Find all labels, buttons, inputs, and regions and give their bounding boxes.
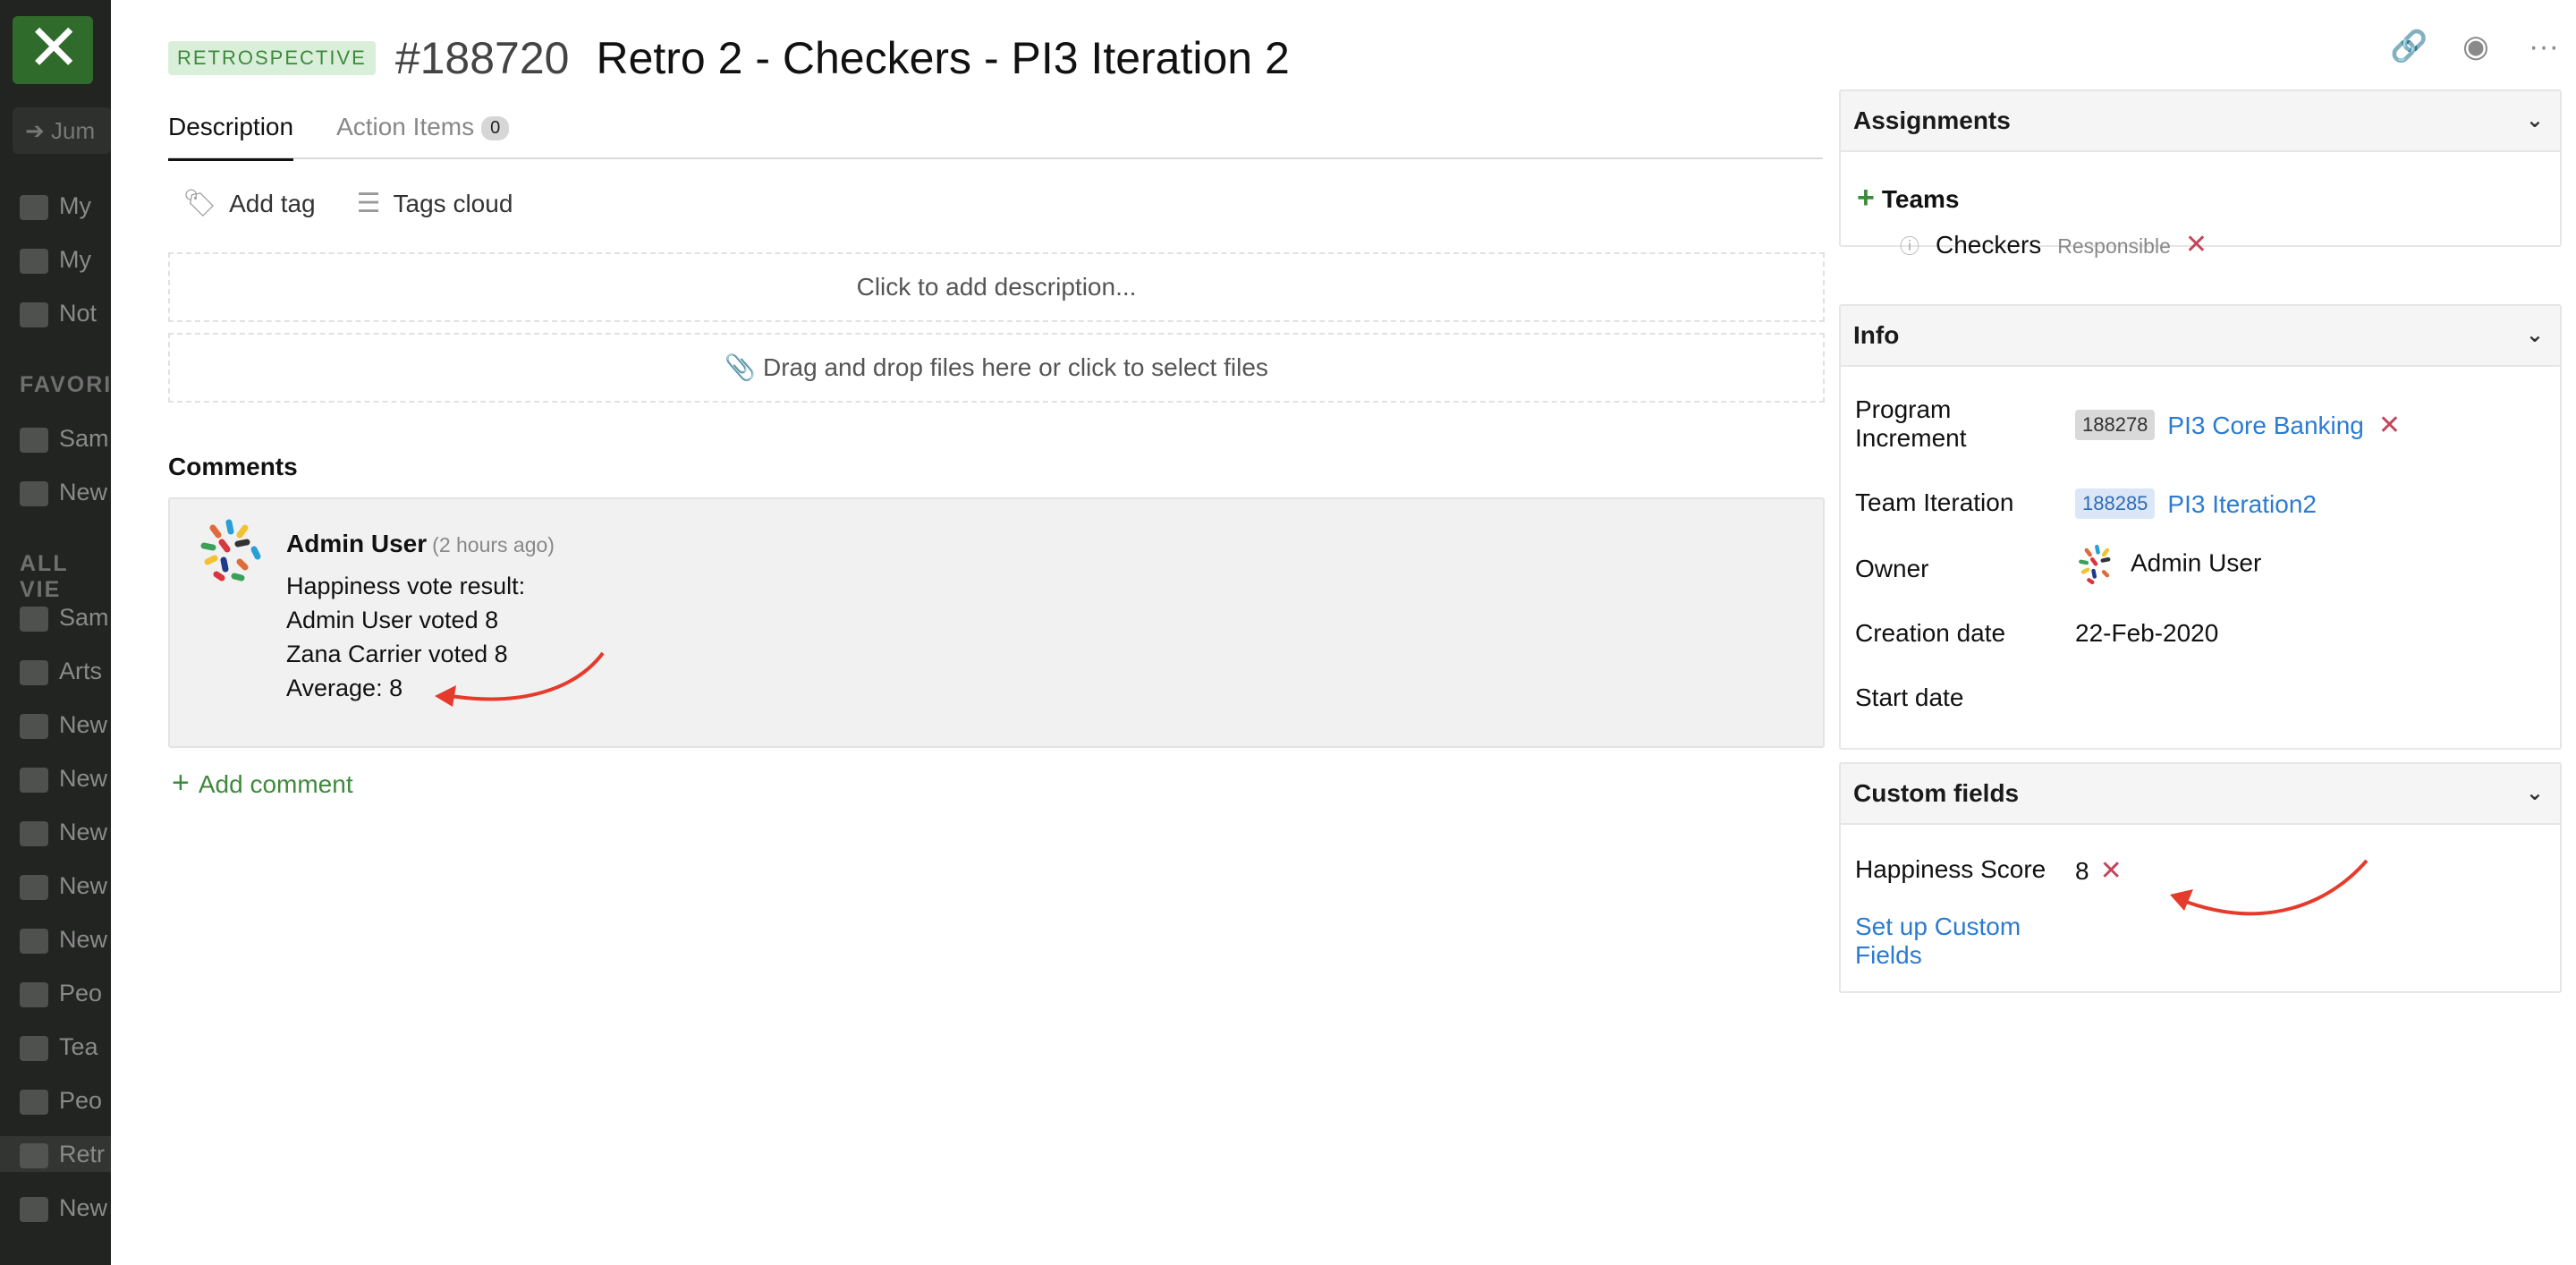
creation-date-value: 22-Feb-2020 xyxy=(2075,619,2219,647)
plus-icon: + xyxy=(1857,181,1875,215)
team-assignment: ⓘ Checkers Responsible ✕ xyxy=(1900,229,2207,260)
program-increment-value: 188278 PI3 Core Banking ✕ xyxy=(2075,410,2401,441)
program-increment-label: Program Increment xyxy=(1855,395,1967,452)
chevron-down-icon[interactable]: ⌄ xyxy=(2526,764,2544,823)
sidebar-item[interactable]: Arts xyxy=(20,653,102,689)
sidebar-item[interactable]: Sam xyxy=(20,420,109,456)
header-actions: 🔗 ◉ ··· xyxy=(2390,29,2562,64)
remove-program-increment-icon[interactable]: ✕ xyxy=(2378,411,2401,440)
entity-tabs: Description Action Items 0 xyxy=(168,106,1823,161)
team-iteration-link[interactable]: PI3 Iteration2 xyxy=(2167,490,2317,518)
comment-line: Admin User voted 8 xyxy=(286,607,499,633)
sidebar-item-active[interactable]: Retr xyxy=(0,1136,111,1172)
tab-action-items[interactable]: Action Items 0 xyxy=(336,106,510,159)
comment-time: (2 hours ago) xyxy=(432,533,555,556)
link-icon[interactable]: 🔗 xyxy=(2390,29,2428,64)
team-name[interactable]: Checkers xyxy=(1936,231,2041,259)
sidebar-item[interactable]: Tea xyxy=(20,1029,98,1065)
more-icon[interactable]: ··· xyxy=(2526,30,2562,64)
entity-panel: RETROSPECTIVE #188720 Retro 2 - Checkers… xyxy=(111,0,2576,1265)
entity-id: #188720 xyxy=(394,33,570,83)
team-iteration-value: 188285 PI3 Iteration2 xyxy=(2075,488,2317,519)
tags-cloud-icon: ☰ xyxy=(356,189,381,218)
sidebar-item[interactable]: New xyxy=(20,707,107,743)
owner-name: Admin User xyxy=(2131,548,2262,577)
tab-description[interactable]: Description xyxy=(168,106,294,161)
assignments-header[interactable]: Assignments ⌄ xyxy=(1841,91,2560,152)
chevron-down-icon[interactable]: ⌄ xyxy=(2526,91,2544,150)
avatar xyxy=(200,519,261,582)
file-dropzone[interactable]: 📎 Drag and drop files here or click to se… xyxy=(168,333,1825,403)
teams-add-button[interactable]: + Teams xyxy=(1857,181,1960,216)
comments-heading: Comments xyxy=(168,453,298,480)
close-icon[interactable]: ✕ xyxy=(27,16,80,81)
comment-body: Happiness vote result: Admin User voted … xyxy=(286,569,525,705)
setup-custom-fields-link[interactable]: Set up Custom Fields xyxy=(1855,913,2061,970)
assignments-panel: Assignments ⌄ xyxy=(1839,89,2562,247)
tags-cloud-button[interactable]: ☰ Tags cloud xyxy=(357,188,513,219)
creation-date-label: Creation date xyxy=(1855,619,2006,647)
info-header[interactable]: Info ⌄ xyxy=(1841,306,2560,367)
owner-value[interactable]: Admin User xyxy=(2075,542,2261,587)
happiness-score-label: Happiness Score xyxy=(1855,855,2046,883)
sidebar-item[interactable]: Sam xyxy=(20,599,109,635)
comment: Admin User (2 hours ago) Happiness vote r… xyxy=(168,497,1825,748)
program-increment-link[interactable]: PI3 Core Banking xyxy=(2167,412,2363,439)
sidebar-item[interactable]: New xyxy=(20,760,107,796)
team-icon: ⓘ xyxy=(1900,235,1920,258)
team-iteration-id: 188285 xyxy=(2075,488,2156,519)
sidebar-item[interactable]: Not xyxy=(20,295,97,331)
program-increment-id: 188278 xyxy=(2075,410,2156,440)
description-field[interactable]: Click to add description... xyxy=(168,252,1825,322)
tags-toolbar: 🏷 Add tag ☰ Tags cloud xyxy=(182,188,513,219)
entity-title[interactable]: Retro 2 - Checkers - PI3 Iteration 2 xyxy=(596,32,1289,84)
sidebar-item[interactable]: New xyxy=(20,868,107,904)
happiness-score-value[interactable]: 8 ✕ xyxy=(2075,855,2123,887)
remove-team-icon[interactable]: ✕ xyxy=(2185,230,2207,259)
sidebar-item[interactable]: My xyxy=(20,188,91,224)
chevron-down-icon[interactable]: ⌄ xyxy=(2526,306,2544,365)
paperclip-icon: 📎 xyxy=(724,353,756,381)
jump-to-input[interactable]: ➔ Jum xyxy=(13,107,111,154)
remove-happiness-score-icon[interactable]: ✕ xyxy=(2100,856,2123,886)
tag-icon: 🏷 xyxy=(182,189,217,218)
add-comment-button[interactable]: + Add comment xyxy=(172,766,353,801)
sidebar-item[interactable]: Peo xyxy=(20,1082,102,1118)
sidebar-item[interactable]: Peo xyxy=(20,975,102,1011)
sidebar-favorites-heading: FAVORI xyxy=(20,372,111,397)
plus-icon: + xyxy=(172,766,190,800)
sidebar-item[interactable]: My xyxy=(20,242,91,277)
sidebar-all-views-heading: ALL VIE xyxy=(20,551,69,602)
app-sidebar: ✕ ➔ Jum My My Not FAVORI Sam New ALL VIE… xyxy=(0,0,111,1265)
team-role: Responsible xyxy=(2057,234,2171,258)
start-date-label: Start date xyxy=(1855,683,1964,711)
sidebar-item[interactable]: New xyxy=(20,1190,107,1226)
team-iteration-label: Team Iteration xyxy=(1855,488,2014,516)
action-items-count: 0 xyxy=(481,116,510,140)
entity-header: RETROSPECTIVE #188720 Retro 2 - Checkers… xyxy=(168,27,1290,89)
owner-label: Owner xyxy=(1855,555,1929,582)
sidebar-item[interactable]: New xyxy=(20,474,107,510)
add-tag-button[interactable]: 🏷 Add tag xyxy=(182,188,316,219)
comment-line: Average: 8 xyxy=(286,675,403,701)
comment-author: Admin User xyxy=(286,530,428,557)
entity-type-badge: RETROSPECTIVE xyxy=(168,41,376,75)
custom-fields-header[interactable]: Custom fields ⌄ xyxy=(1841,764,2560,825)
sidebar-item[interactable]: New xyxy=(20,814,107,850)
comment-line: Happiness vote result: xyxy=(286,573,526,599)
avatar xyxy=(2079,544,2111,585)
mask-icon[interactable]: ◉ xyxy=(2458,29,2494,64)
sidebar-item[interactable]: New xyxy=(20,921,107,957)
comment-line: Zana Carrier voted 8 xyxy=(286,641,508,667)
